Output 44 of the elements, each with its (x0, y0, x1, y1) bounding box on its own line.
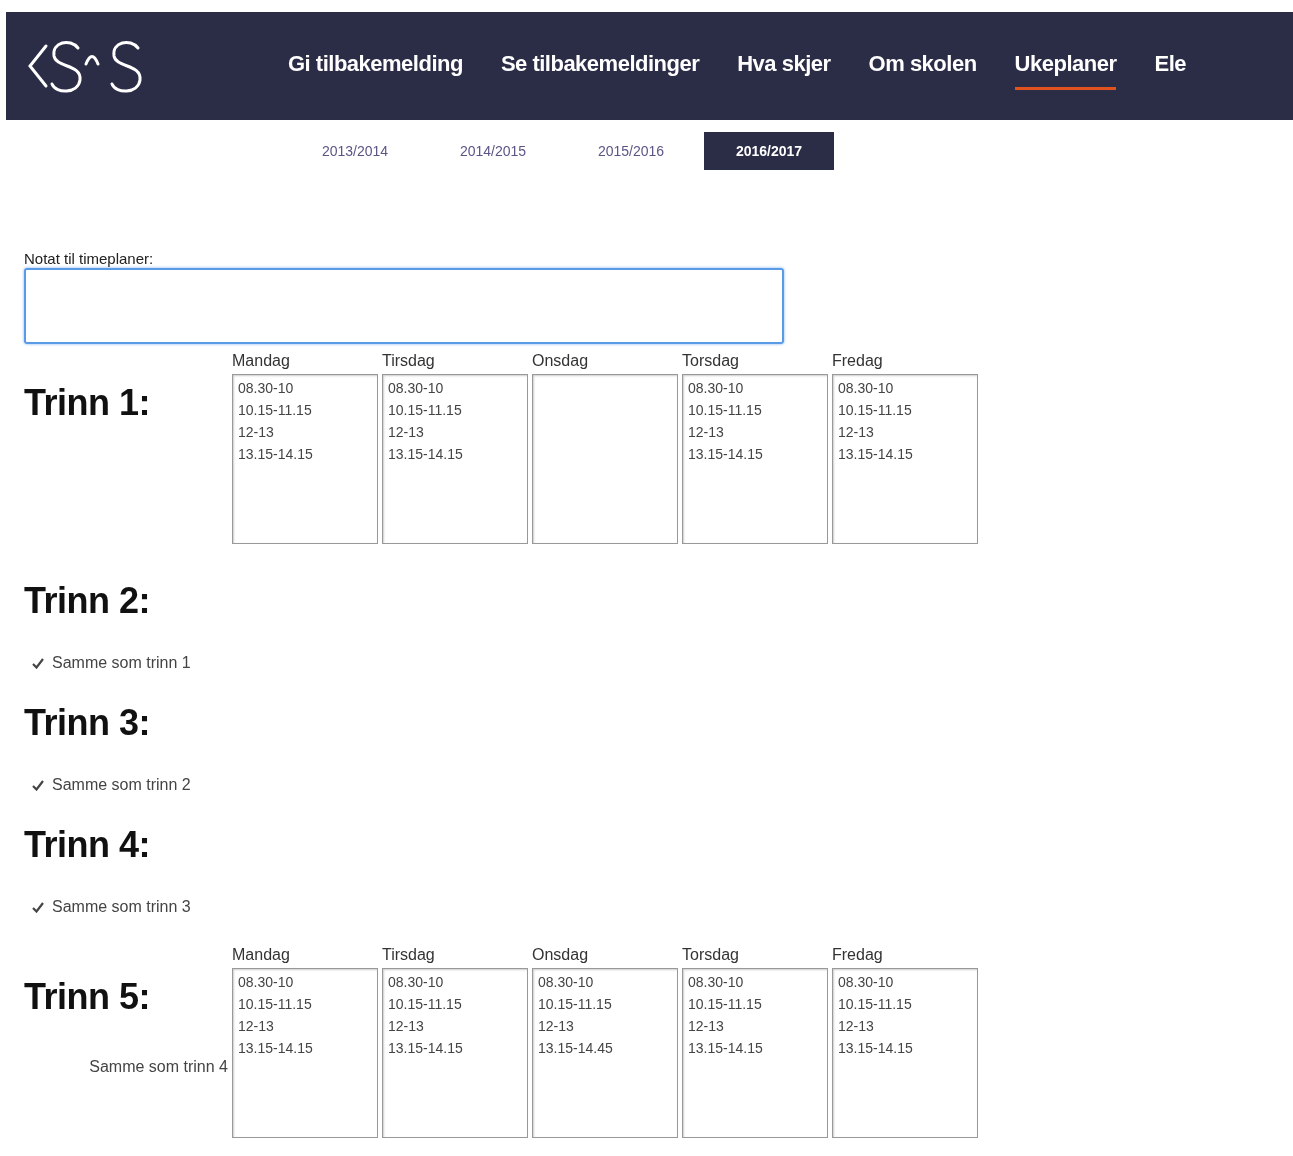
check-icon[interactable] (32, 779, 44, 791)
day-label: Mandag (232, 352, 290, 371)
nav-link[interactable]: Ele (1154, 42, 1186, 90)
schedule-field[interactable]: 08.30-10 10.15-11.15 12-13 13.15-14.15 (382, 968, 528, 1138)
nav-link[interactable]: Om skolen (868, 42, 977, 90)
day-label: Onsdag (532, 946, 589, 965)
year-tab[interactable]: 2014/2015 (428, 132, 558, 170)
schedule-field[interactable]: 08.30-10 10.15-11.15 12-13 13.15-14.15 (232, 968, 378, 1138)
day-label: Torsdag (682, 352, 739, 371)
field-label: Notat til timeplaner: (24, 250, 155, 267)
nav-link[interactable]: Gi tilbakemelding (288, 42, 463, 90)
section-heading: Trinn 1: (24, 382, 151, 424)
schedule-field[interactable] (532, 374, 678, 544)
option-label[interactable]: Samme som trinn 1 (52, 654, 191, 672)
check-icon[interactable] (32, 657, 44, 669)
schedule-field[interactable]: 08.30-10 10.15-11.15 12-13 13.15-14.15 (382, 374, 528, 544)
nav-link[interactable]: Ukeplaner (1014, 42, 1117, 90)
option-label[interactable]: Samme som trinn 4 (89, 1058, 228, 1076)
day-label: Fredag (832, 352, 883, 371)
schedule-field[interactable]: 08.30-10 10.15-11.15 12-13 13.15-14.15 (682, 968, 828, 1138)
day-label: Tirsdag (382, 352, 435, 371)
schedule-field[interactable]: 08.30-10 10.15-11.15 12-13 13.15-14.15 (832, 968, 978, 1138)
check-icon[interactable] (32, 901, 44, 913)
section-heading: Trinn 2: (24, 580, 151, 622)
year-tab[interactable]: 2013/2014 (290, 132, 420, 170)
day-label: Mandag (232, 946, 290, 965)
day-label: Fredag (832, 946, 883, 965)
option-label[interactable]: Samme som trinn 3 (52, 898, 191, 916)
year-tab[interactable]: 2016/2017 (704, 132, 834, 170)
section-heading: Trinn 5: (24, 976, 151, 1018)
day-label: Torsdag (682, 946, 739, 965)
nav-link[interactable]: Se tilbakemeldinger (500, 42, 700, 90)
nav-link[interactable]: Hva skjer (737, 42, 831, 90)
section-heading: Trinn 3: (24, 702, 151, 744)
schedule-field[interactable]: 08.30-10 10.15-11.15 12-13 13.15-14.45 (532, 968, 678, 1138)
note-field[interactable] (24, 268, 784, 344)
schedule-field[interactable]: 08.30-10 10.15-11.15 12-13 13.15-14.15 (832, 374, 978, 544)
day-label: Tirsdag (382, 946, 435, 965)
option-label[interactable]: Samme som trinn 2 (52, 776, 191, 794)
year-tab[interactable]: 2015/2016 (566, 132, 696, 170)
schedule-field[interactable]: 08.30-10 10.15-11.15 12-13 13.15-14.15 (682, 374, 828, 544)
day-label: Onsdag (532, 352, 589, 371)
schedule-field[interactable]: 08.30-10 10.15-11.15 12-13 13.15-14.15 (232, 374, 378, 544)
section-heading: Trinn 4: (24, 824, 151, 866)
